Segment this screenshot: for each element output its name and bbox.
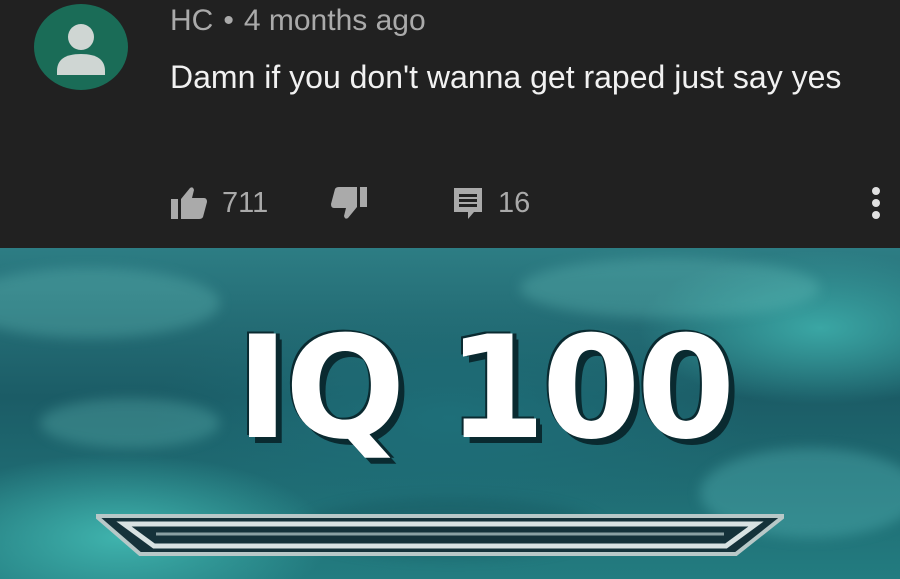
comment-actions: 711 16	[0, 180, 900, 226]
thumbs-down-icon	[331, 187, 367, 219]
swirl-cloud	[40, 398, 220, 448]
avatar[interactable]	[34, 4, 128, 90]
comment-text: Damn if you don't wanna get raped just s…	[170, 59, 842, 95]
reply-button[interactable]: 16	[452, 180, 530, 226]
more-options-button[interactable]	[866, 186, 886, 220]
like-button[interactable]: 711	[170, 180, 268, 226]
comment: HC • 4 months ago Damn if you don't wanna …	[0, 0, 900, 248]
level-bar	[96, 514, 784, 556]
more-vertical-icon	[872, 187, 880, 219]
meme-image: IQ 100	[0, 248, 900, 579]
author-name[interactable]: HC	[170, 4, 213, 37]
swirl-cloud	[0, 268, 220, 338]
timestamp[interactable]: 4 months ago	[244, 4, 426, 37]
like-count: 711	[222, 186, 269, 219]
iq-caption: IQ 100	[236, 306, 735, 471]
reply-count: 16	[498, 186, 531, 219]
separator-dot: •	[223, 4, 234, 37]
dislike-button[interactable]	[330, 180, 368, 226]
comment-icon	[454, 188, 482, 219]
comment-meta: HC • 4 months ago	[170, 4, 426, 38]
thumbs-up-icon	[171, 187, 207, 219]
avatar-person-icon	[34, 4, 128, 90]
